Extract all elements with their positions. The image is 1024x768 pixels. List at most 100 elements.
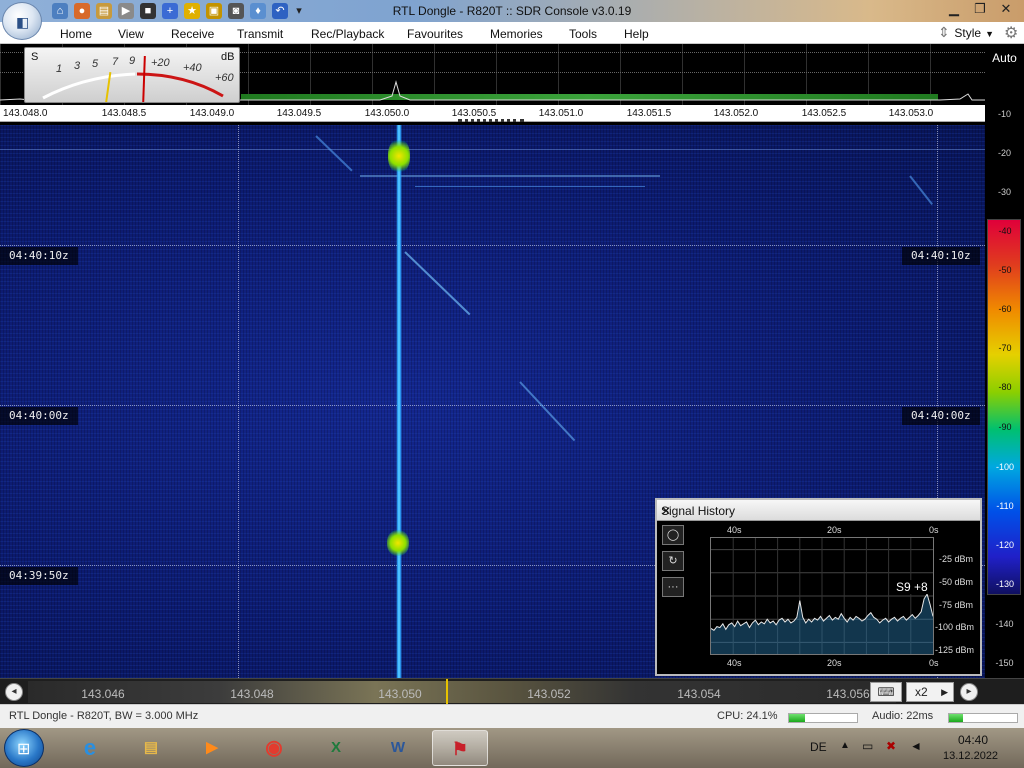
excel-icon[interactable]: X	[308, 730, 364, 766]
chevron-right-icon: ▶	[941, 687, 948, 697]
close-icon[interactable]: ✕	[994, 0, 1018, 18]
style-label: Style	[954, 26, 982, 40]
volume-icon[interactable]: ◄	[910, 739, 922, 753]
menu-view[interactable]: View	[118, 27, 144, 41]
menu-help[interactable]: Help	[624, 27, 649, 41]
reset-icon[interactable]: ↻	[662, 551, 684, 571]
sdr-console-taskbar-icon[interactable]: ⚑	[432, 730, 488, 766]
waterfall-trace	[909, 175, 933, 205]
zoom-value: x2	[915, 685, 928, 699]
signal-burst	[387, 530, 409, 556]
db-label: -20	[997, 148, 1011, 158]
record-toggle-button[interactable]: ◯	[662, 525, 684, 545]
frequency-scale[interactable]: 143.048.0 143.048.5 143.049.0 143.049.5 …	[0, 105, 985, 122]
freq-tick-label: 143.048.0	[3, 108, 48, 119]
signal-history-plot	[710, 537, 934, 655]
zoom-select[interactable]: x2 ▶	[906, 682, 954, 702]
close-icon[interactable]: ✕	[661, 504, 974, 518]
freq-tick-label: 143.051.5	[626, 108, 672, 119]
menu-home[interactable]: Home	[60, 27, 92, 41]
word-icon[interactable]: W	[370, 730, 426, 766]
db-label: -60	[998, 304, 1012, 314]
freq-tick-label: 143.052.5	[801, 108, 847, 119]
nav-freq-label: 143.048	[230, 687, 274, 701]
up-down-arrow-icon[interactable]: ⇕	[938, 24, 950, 41]
start-button[interactable]: ⊞	[4, 729, 44, 767]
usb-icon[interactable]: ▭	[862, 739, 873, 753]
clock-time[interactable]: 04:40	[958, 733, 988, 747]
file-explorer-icon[interactable]: ▤	[123, 730, 179, 766]
more-options-button[interactable]: ···	[662, 577, 684, 597]
menu-receive[interactable]: Receive	[171, 27, 214, 41]
audio-bar-fill	[949, 714, 963, 722]
menu-memories[interactable]: Memories	[490, 27, 543, 41]
nav-freq-label: 143.052	[527, 687, 571, 701]
scroll-left-icon[interactable]: ◂	[5, 683, 23, 701]
window-title: RTL Dongle - R820T :: SDR Console v3.0.1…	[392, 4, 632, 18]
cpu-bar-fill	[789, 714, 806, 722]
freq-tick-label: 143.049.0	[189, 108, 235, 119]
gear-icon[interactable]: ⚙	[1004, 23, 1018, 43]
tuned-frequency-marker	[446, 679, 448, 705]
freq-tick-label: 143.050.0	[364, 108, 410, 119]
db-label: -50	[998, 265, 1012, 275]
db-label: -140	[995, 619, 1014, 629]
taskbar: ⊞ e ▤ ▶ ◉ X W ⚑ DE ▲ ▭ ✖ ◄ 04:40 13.12.2…	[0, 728, 1024, 768]
menu-favourites[interactable]: Favourites	[407, 27, 463, 41]
app-menu-icon: ◧	[16, 14, 30, 30]
db-label: -30	[997, 187, 1011, 197]
menu-tools[interactable]: Tools	[569, 27, 597, 41]
clock-date[interactable]: 13.12.2022	[943, 750, 998, 762]
keyboard-icon[interactable]: ⌨	[870, 682, 902, 702]
audio-status: Audio: 22ms	[872, 710, 934, 722]
waterfall-trace	[404, 251, 471, 316]
db-label: -70	[998, 343, 1012, 353]
freq-tick-label: 143.052.0	[713, 108, 759, 119]
style-button[interactable]: Style ▼	[954, 26, 994, 40]
cpu-bar	[788, 713, 858, 723]
language-indicator[interactable]: DE	[810, 740, 827, 754]
time-axis-label: 40s	[727, 525, 742, 535]
db-label: -80	[998, 382, 1012, 392]
app-menu-button[interactable]: ◧	[2, 2, 42, 40]
freq-tick-label: 143.053.0	[888, 108, 934, 119]
signal-burst	[388, 139, 410, 173]
internet-explorer-icon[interactable]: e	[62, 730, 118, 766]
menu-rec-playback[interactable]: Rec/Playback	[311, 27, 384, 41]
waterfall-colour-scale[interactable]: -40 -50 -60 -70 -80 -90 -100 -110 -120 -…	[987, 219, 1021, 595]
db-label: -120	[995, 540, 1014, 550]
media-player-icon[interactable]: ▶	[184, 730, 240, 766]
windows-logo-icon: ⊞	[17, 741, 31, 758]
signal-history-titlebar[interactable]: Signal History ✕	[657, 500, 980, 521]
timestamp-right: 04:40:00z	[902, 407, 980, 425]
spectrum-display[interactable]: S dB 1 3 5 7 9 +20 +40 +60	[0, 44, 985, 105]
db-label: -40	[998, 226, 1012, 236]
waterfall-grid-line	[238, 125, 239, 678]
dbm-axis-label: -25 dBm	[939, 554, 974, 564]
time-axis-label: 0s	[929, 658, 939, 668]
band-overview[interactable]: 143.046 143.048 143.050 143.052 143.054 …	[28, 681, 896, 703]
freq-tick-label: 143.048.5	[101, 108, 147, 119]
minimize-icon[interactable]: ▁	[942, 0, 966, 18]
tray-expand-icon[interactable]: ▲	[840, 740, 850, 751]
nav-freq-label: 143.054	[677, 687, 721, 701]
waterfall-trace	[360, 175, 660, 177]
auto-button[interactable]: Auto	[985, 44, 1024, 72]
timestamp-left: 04:39:50z	[0, 567, 78, 585]
splitter-grip[interactable]	[458, 119, 524, 122]
waterfall-trace	[315, 135, 353, 172]
freq-tick-label: 143.049.5	[276, 108, 322, 119]
chevron-down-icon: ▼	[985, 29, 994, 39]
network-icon[interactable]: ✖	[886, 739, 896, 753]
nav-freq-label: 143.046	[81, 687, 125, 701]
waterfall-trace	[415, 186, 645, 187]
time-axis-label: 20s	[827, 658, 842, 668]
cpu-status: CPU: 24.1%	[717, 710, 778, 722]
maximize-icon[interactable]: ❐	[968, 0, 992, 18]
scroll-right-icon[interactable]: ▸	[960, 683, 978, 701]
nav-freq-label: 143.056	[826, 687, 870, 701]
chrome-icon[interactable]: ◉	[246, 730, 302, 766]
menu-bar: Home View Receive Transmit Rec/Playback …	[0, 22, 1024, 44]
timestamp-left: 04:40:10z	[0, 247, 78, 265]
menu-transmit[interactable]: Transmit	[237, 27, 283, 41]
